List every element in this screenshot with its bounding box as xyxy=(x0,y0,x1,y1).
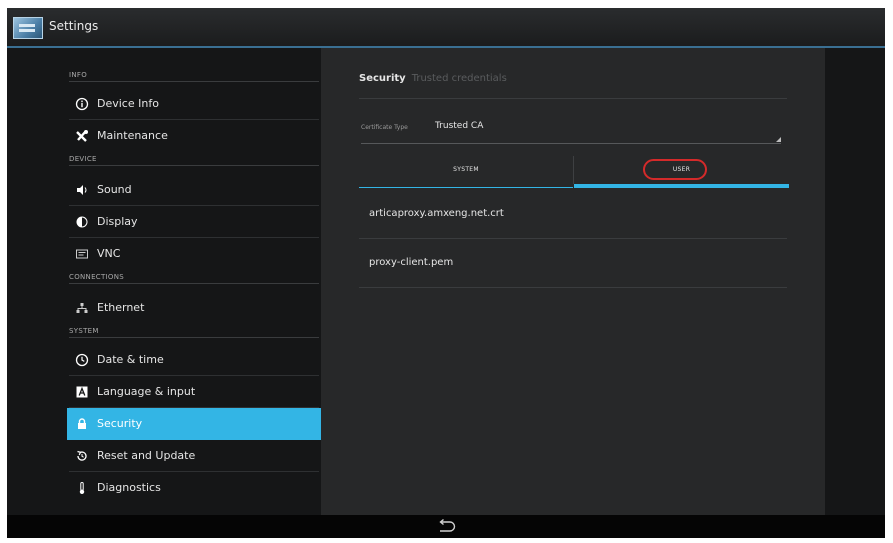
sidebar-item-maintenance[interactable]: Maintenance xyxy=(67,120,321,152)
sidebar-item-label: Language & input xyxy=(97,385,196,398)
sidebar-item-device-info[interactable]: Device Info xyxy=(67,88,321,120)
header-device: DEVICE xyxy=(69,155,319,166)
credential-tabs: SYSTEM USER xyxy=(359,156,789,188)
tab-label: USER xyxy=(672,166,691,173)
sidebar-item-security[interactable]: Security xyxy=(67,408,321,440)
sidebar-item-label: Date & time xyxy=(97,353,164,366)
spinner-underline xyxy=(361,143,781,144)
credential-name: proxy-client.pem xyxy=(369,257,454,268)
credential-name: articaproxy.amxeng.net.crt xyxy=(369,208,504,219)
list-item[interactable]: articaproxy.amxeng.net.crt xyxy=(359,191,787,239)
sidebar-item-label: Display xyxy=(97,215,138,228)
navigation-bar xyxy=(7,515,885,538)
breadcrumb: Security Trusted credentials xyxy=(359,73,507,84)
breadcrumb-trusted-credentials: Trusted credentials xyxy=(411,73,507,84)
sidebar-item-vnc[interactable]: VNC xyxy=(67,238,321,270)
sidebar-item-reset-update[interactable]: Reset and Update xyxy=(67,440,321,472)
sidebar-item-label: Device Info xyxy=(97,97,159,110)
list-item[interactable]: proxy-client.pem xyxy=(359,240,787,288)
sidebar-item-sound[interactable]: Sound xyxy=(67,174,321,206)
tab-indicator-active xyxy=(574,184,789,188)
tab-user[interactable]: USER xyxy=(574,156,789,188)
divider xyxy=(359,238,787,239)
header-connections: CONNECTIONS xyxy=(69,273,319,284)
sidebar-item-label: Ethernet xyxy=(97,301,145,314)
info-icon xyxy=(75,97,89,111)
sidebar-item-label: Security xyxy=(97,417,143,430)
action-bar: Settings xyxy=(7,8,885,48)
settings-sidebar: INFO Device Info Maintenance DEVICE Soun… xyxy=(67,48,321,515)
reset-icon xyxy=(75,449,89,463)
header-system: SYSTEM xyxy=(69,327,319,338)
sidebar-item-date-time[interactable]: Date & time xyxy=(67,344,321,376)
speaker-icon xyxy=(75,183,89,197)
keyboard-icon xyxy=(75,385,89,399)
sidebar-item-label: Reset and Update xyxy=(97,449,196,462)
wrench-icon xyxy=(75,129,89,143)
security-panel: Security Trusted credentials Certificate … xyxy=(321,48,825,515)
lock-icon xyxy=(75,417,89,431)
divider xyxy=(359,98,787,99)
main-area: INFO Device Info Maintenance DEVICE Soun… xyxy=(7,48,885,515)
brightness-icon xyxy=(75,215,89,229)
breadcrumb-security[interactable]: Security xyxy=(359,73,406,84)
sidebar-item-language-input[interactable]: Language & input xyxy=(67,376,321,408)
sidebar-item-ethernet[interactable]: Ethernet xyxy=(67,292,321,324)
sidebar-item-diagnostics[interactable]: Diagnostics xyxy=(67,472,321,504)
spinner-arrow-icon[interactable] xyxy=(776,137,781,142)
sidebar-item-label: Diagnostics xyxy=(97,481,161,494)
tab-label: SYSTEM xyxy=(453,166,479,173)
settings-app-icon[interactable] xyxy=(13,17,43,39)
divider xyxy=(359,287,787,288)
certificate-type-label: Certificate Type xyxy=(361,124,408,131)
sidebar-item-display[interactable]: Display xyxy=(67,206,321,238)
sidebar-item-label: Sound xyxy=(97,183,132,196)
ethernet-icon xyxy=(75,301,89,315)
back-icon[interactable] xyxy=(433,518,459,535)
vnc-icon xyxy=(75,247,89,261)
thermometer-icon xyxy=(75,481,89,495)
certificate-type-value[interactable]: Trusted CA xyxy=(435,121,483,131)
app-title: Settings xyxy=(49,19,99,33)
tab-indicator xyxy=(359,187,573,188)
sidebar-item-label: Maintenance xyxy=(97,129,168,142)
sidebar-item-label: VNC xyxy=(97,247,121,260)
header-info: INFO xyxy=(69,71,319,82)
tab-system[interactable]: SYSTEM xyxy=(359,156,573,188)
android-screen: Settings INFO Device Info Maintenance DE… xyxy=(7,8,885,538)
clock-icon xyxy=(75,353,89,367)
